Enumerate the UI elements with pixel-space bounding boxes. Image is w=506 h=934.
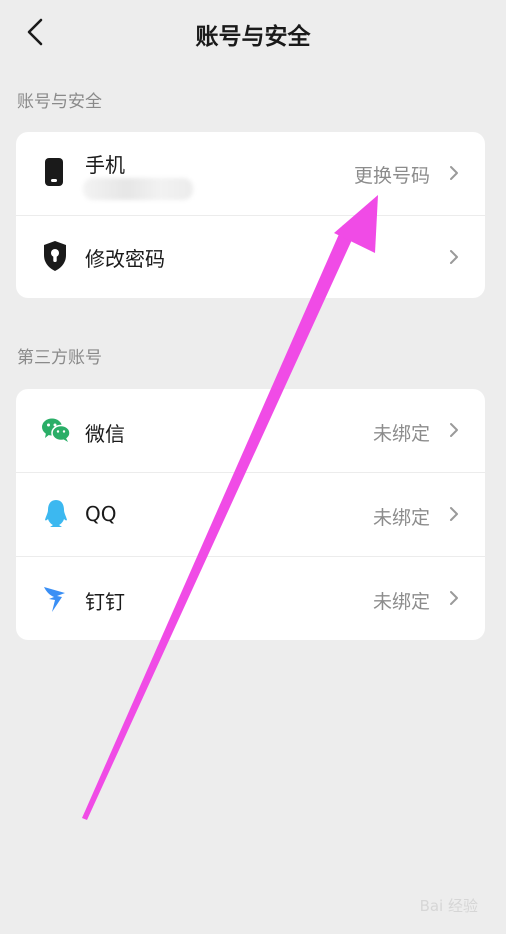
- wechat-icon: [41, 417, 71, 443]
- navigation-bar: 账号与安全: [0, 0, 506, 66]
- change-password-label: 修改密码: [85, 247, 165, 271]
- watermark-logo: Bai 经验: [419, 897, 478, 915]
- chevron-right-icon: [450, 423, 458, 437]
- section-label-account-security: 账号与安全: [17, 92, 102, 112]
- qq-status: 未绑定: [372, 507, 430, 529]
- phone-icon: [43, 157, 65, 187]
- chevron-right-icon: [450, 507, 458, 521]
- dingtalk-label: 钉钉: [85, 590, 125, 614]
- shield-icon: [42, 240, 68, 272]
- phone-row[interactable]: 手机 更换号码: [16, 132, 485, 216]
- chevron-right-icon: [450, 591, 458, 605]
- qq-row[interactable]: QQ 未绑定: [16, 473, 485, 557]
- dingtalk-row[interactable]: 钉钉 未绑定: [16, 557, 485, 640]
- chevron-right-icon: [450, 166, 458, 180]
- dingtalk-status: 未绑定: [372, 591, 430, 613]
- chevron-right-icon: [450, 250, 458, 264]
- wechat-label: 微信: [85, 422, 125, 446]
- page-title: 账号与安全: [195, 24, 311, 50]
- wechat-status: 未绑定: [372, 423, 430, 445]
- wechat-row[interactable]: 微信 未绑定: [16, 389, 485, 473]
- section-label-third-party: 第三方账号: [17, 348, 102, 368]
- phone-label: 手机: [85, 153, 125, 177]
- qq-label: QQ: [85, 502, 117, 526]
- change-number-text: 更换号码: [353, 165, 430, 187]
- change-password-row[interactable]: 修改密码: [16, 216, 485, 298]
- phone-number-redacted: [83, 178, 193, 200]
- third-party-accounts-card: 微信 未绑定 QQ 未绑定 钉钉 未绑定: [16, 389, 485, 640]
- account-security-card: 手机 更换号码 修改密码: [16, 132, 485, 298]
- qq-icon: [44, 499, 68, 529]
- dingtalk-icon: [43, 583, 69, 613]
